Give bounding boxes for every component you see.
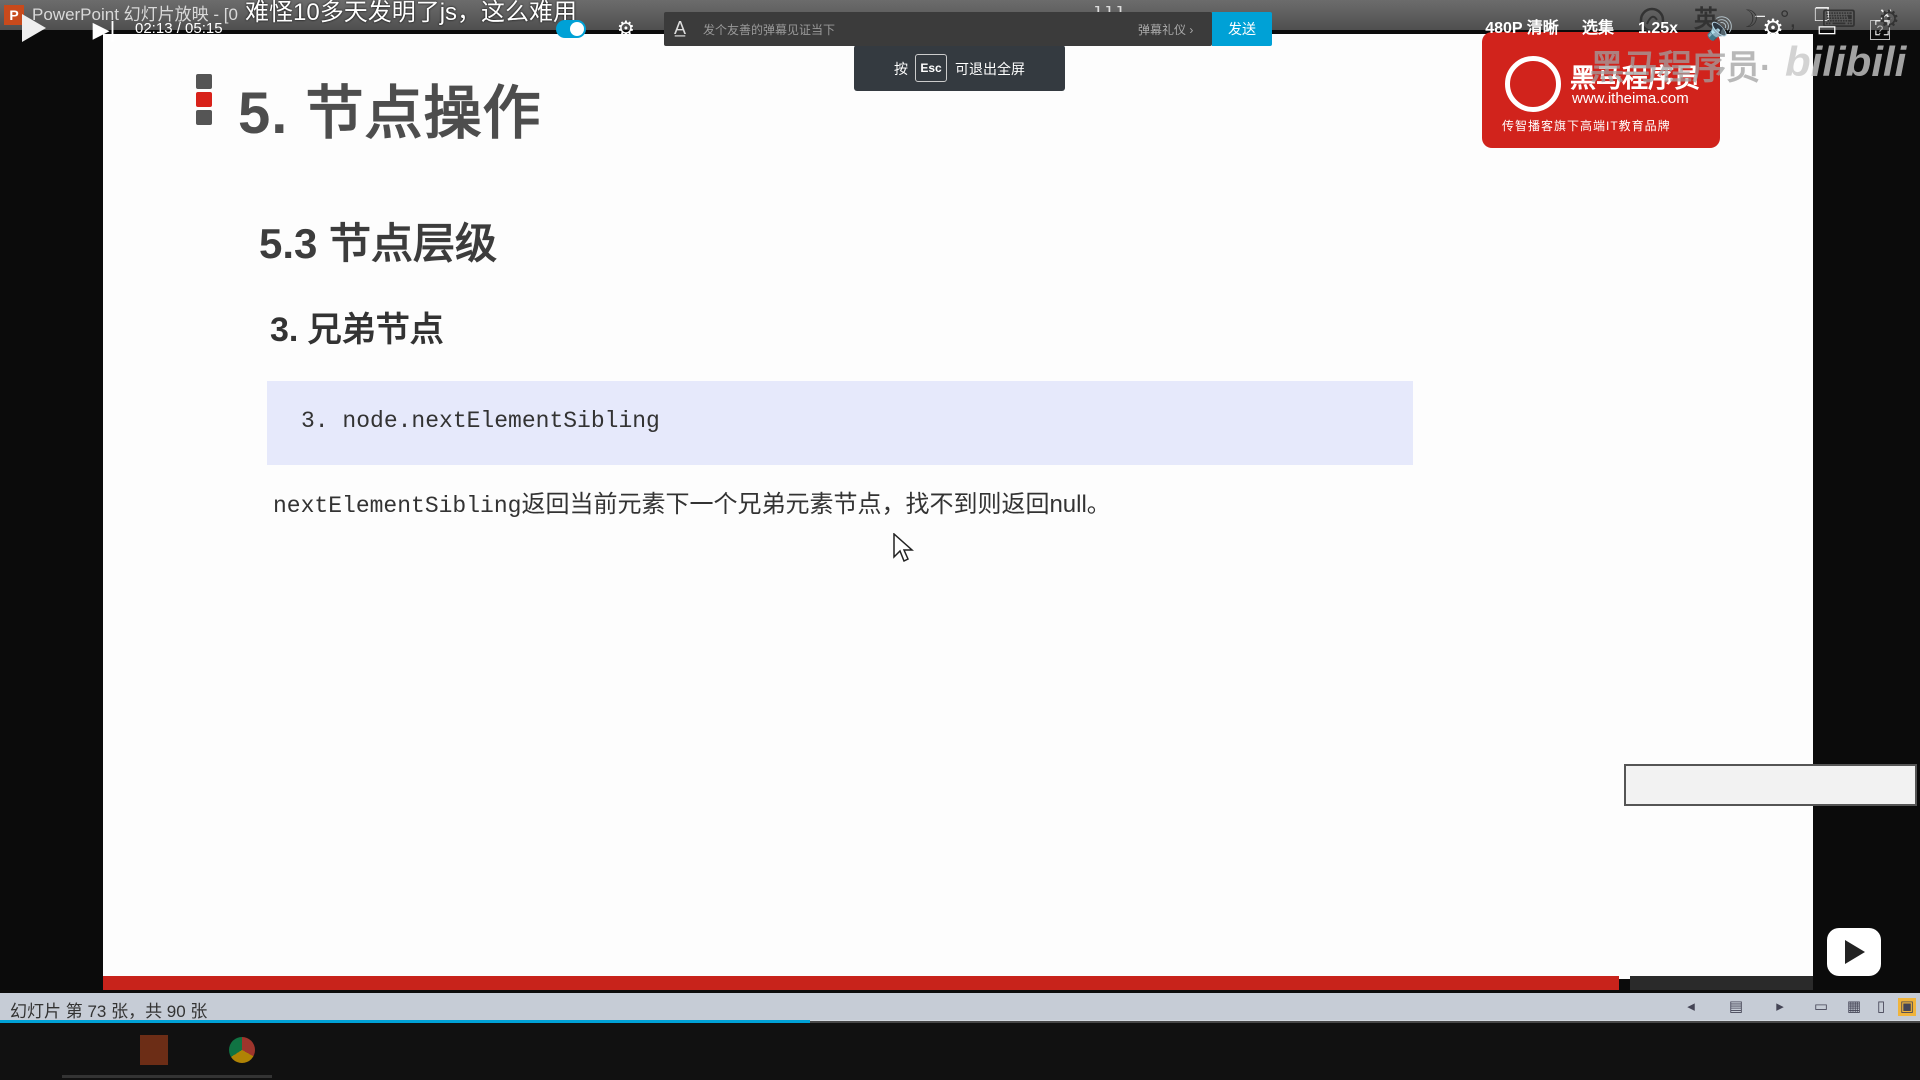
send-button[interactable]: 发送 [1212,12,1272,46]
code-text: 3. node.nextElementSibling [301,408,660,434]
sorter-view-icon[interactable]: ▦ [1845,998,1863,1016]
chrome-icon [229,1037,255,1063]
time-display: 02:13 / 05:15 [135,20,223,37]
fullscreen-icon[interactable]: ⛶ [1862,14,1902,44]
danmaku-placeholder: 发个友善的弹幕见证当下 [703,23,836,37]
bilibili-watermark: bilibili [1785,38,1907,85]
ppt-status-bar: 幻灯片 第 73 张，共 90 张 ◂ ▤ ▸ ▭ ▦ ▯ ▣ [0,993,1920,1021]
episode-selector[interactable]: 选集 [1578,14,1618,44]
description-code: nextElementSibling [273,493,522,519]
font-style-icon[interactable]: A̲ [674,18,686,39]
settings-gear-icon[interactable]: ⚙ [1756,14,1790,44]
horse-logo-icon [1505,56,1561,112]
danmaku-settings-icon[interactable]: ⚙ [610,14,642,44]
subsection-title: 3. 兄弟节点 [270,311,444,349]
powerpoint-icon: P [4,5,24,25]
next-episode-icon[interactable]: ▶| [84,15,124,45]
slideshow-view-icon[interactable]: ▣ [1898,998,1916,1016]
esc-key: Esc [915,54,947,82]
danmaku-comment: 难怪10多天发明了js，这么难用 [245,0,578,26]
speed-selector[interactable]: 1.25x [1633,14,1683,44]
esc-exit-fullscreen-hint: 按 Esc 可退出全屏 [854,45,1065,91]
taskbar-ppt-icon [140,1035,168,1065]
normal-view-icon[interactable]: ▭ [1812,998,1830,1016]
danmaku-toggle-knob [570,22,584,36]
slide-footer-bar [103,976,1619,990]
next-slide-icon[interactable]: ▸ [1771,998,1789,1016]
slide-counter: 幻灯片 第 73 张，共 90 张 [10,1002,208,1021]
reading-view-icon[interactable]: ▯ [1872,998,1890,1016]
ime-toolbar[interactable] [1624,764,1917,806]
player-control-bar [0,1023,1920,1080]
description-text: 返回当前元素下一个兄弟元素节点，找不到则返回null。 [521,491,1111,518]
section-title: 5.3 节点层级 [259,220,498,267]
esc-hint-prefix: 按 [894,61,908,77]
slide-footer-dark [1630,976,1813,990]
slide-title: 5. 节点操作 [238,81,542,146]
volume-icon[interactable]: 🔊 [1703,14,1737,44]
play-triangle-icon [1845,940,1865,964]
mouse-cursor-icon [893,533,914,563]
play-button[interactable] [22,14,46,42]
web-fullscreen-icon[interactable]: ▭ [1810,14,1844,44]
logo-tagline: 传智播客旗下高端IT教育品牌 [1502,119,1671,133]
menu-icon[interactable]: ▤ [1727,998,1745,1016]
title-bullet-icon [196,74,212,128]
danmaku-etiquette-link[interactable]: 弹幕礼仪 › [1138,21,1193,38]
prev-slide-icon[interactable]: ◂ [1682,998,1700,1016]
quality-selector[interactable]: 480P 清晰 [1482,14,1562,44]
logo-url: www.itheima.com [1572,90,1689,107]
heima-watermark: 黑马程序员· [1590,49,1772,87]
description-line: nextElementSibling返回当前元素下一个兄弟元素节点，找不到则返回… [273,484,1111,519]
esc-hint-suffix: 可退出全屏 [955,61,1025,77]
taskbar-strip [62,1075,272,1078]
